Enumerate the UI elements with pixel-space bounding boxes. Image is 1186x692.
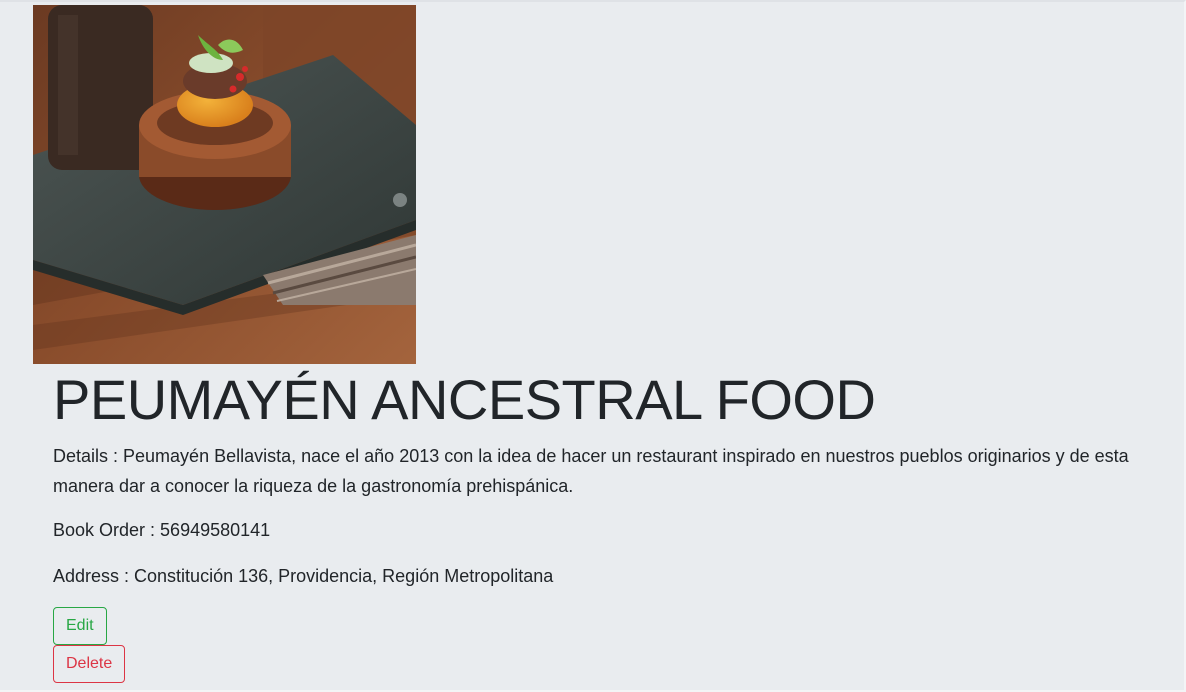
edit-button[interactable]: Edit <box>53 607 107 645</box>
food-photo-illustration <box>33 5 416 364</box>
restaurant-photo <box>33 5 416 364</box>
book-order: Book Order : 56949580141 <box>53 520 271 540</box>
restaurant-details: Details : Peumayén Bellavista, nace el a… <box>53 446 1129 496</box>
restaurant-address: Address : Constitución 136, Providencia,… <box>53 566 554 586</box>
restaurant-detail-page: PEUMAYÉN ANCESTRAL FOOD Details : Peumay… <box>0 0 1186 692</box>
restaurant-title: PEUMAYÉN ANCESTRAL FOOD <box>53 368 876 431</box>
delete-button[interactable]: Delete <box>53 645 126 683</box>
